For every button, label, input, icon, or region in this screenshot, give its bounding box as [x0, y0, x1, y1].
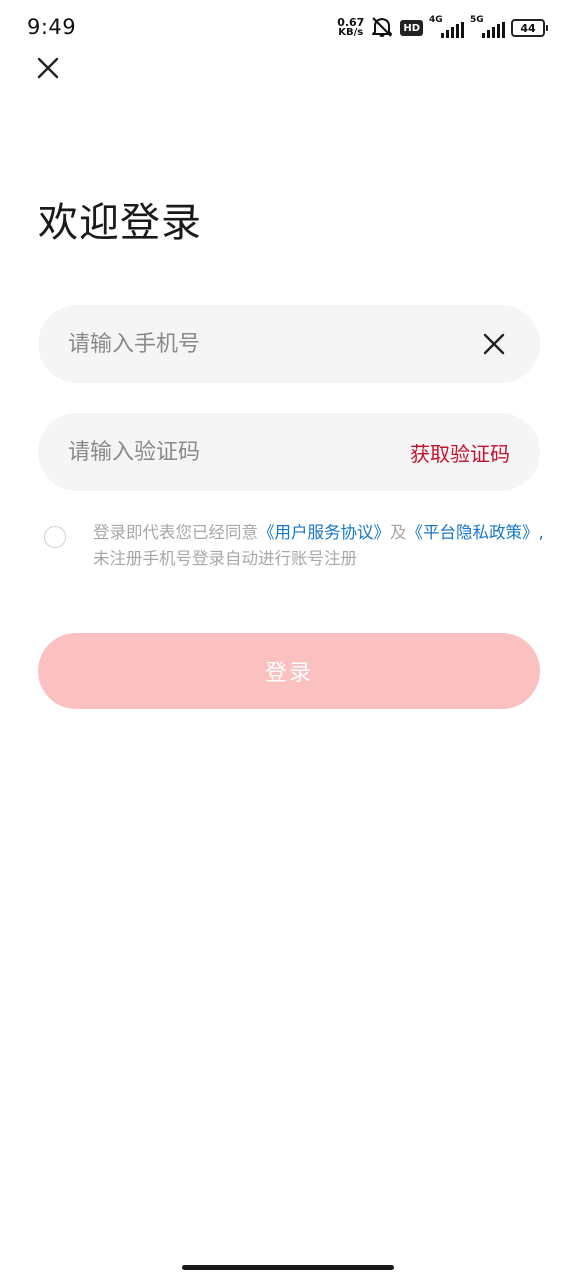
- status-time: 9:49: [27, 15, 77, 39]
- phone-field: [38, 304, 540, 384]
- agreement: 登录即代表您已经同意《用户服务协议》及《平台隐私政策》, 未注册手机号登录自动进行…: [44, 520, 544, 572]
- status-icons: 0.67 KB/s HD 4G 5G 44: [337, 15, 548, 41]
- code-field: 获取验证码: [38, 412, 540, 492]
- signal-5g-icon: 5G: [470, 15, 505, 38]
- agree-radio[interactable]: [44, 526, 66, 548]
- battery-level: 44: [511, 19, 545, 37]
- net-speed-unit: KB/s: [338, 27, 364, 38]
- signal-5g-label: 5G: [470, 15, 484, 25]
- close-icon: [37, 57, 59, 79]
- signal-4g-icon: 4G: [429, 15, 464, 38]
- signal-4g-label: 4G: [429, 15, 443, 25]
- get-code-button[interactable]: 获取验证码: [410, 438, 510, 467]
- agreement-text: 登录即代表您已经同意《用户服务协议》及《平台隐私政策》, 未注册手机号登录自动进行…: [93, 520, 544, 572]
- agreement-suffix: 未注册手机号登录自动进行账号注册: [93, 549, 357, 568]
- phone-input[interactable]: [38, 304, 474, 384]
- clear-icon: [483, 333, 505, 355]
- code-input[interactable]: [38, 412, 410, 492]
- status-bar: 9:49 0.67 KB/s HD 4G 5G 44: [0, 0, 576, 56]
- home-indicator[interactable]: [182, 1265, 394, 1270]
- close-button[interactable]: [34, 54, 62, 82]
- agreement-prefix: 登录即代表您已经同意: [93, 523, 258, 542]
- login-button[interactable]: 登录: [38, 633, 540, 709]
- agreement-and: 及: [390, 523, 407, 542]
- clear-phone-button[interactable]: [474, 324, 514, 364]
- privacy-policy-link[interactable]: 《平台隐私政策》,: [407, 523, 544, 542]
- net-speed: 0.67 KB/s: [337, 17, 364, 38]
- battery-icon: 44: [511, 19, 548, 37]
- mute-icon: [370, 15, 394, 41]
- hd-icon: HD: [400, 20, 423, 36]
- user-agreement-link[interactable]: 《用户服务协议》: [258, 523, 390, 542]
- page-title: 欢迎登录: [38, 200, 202, 246]
